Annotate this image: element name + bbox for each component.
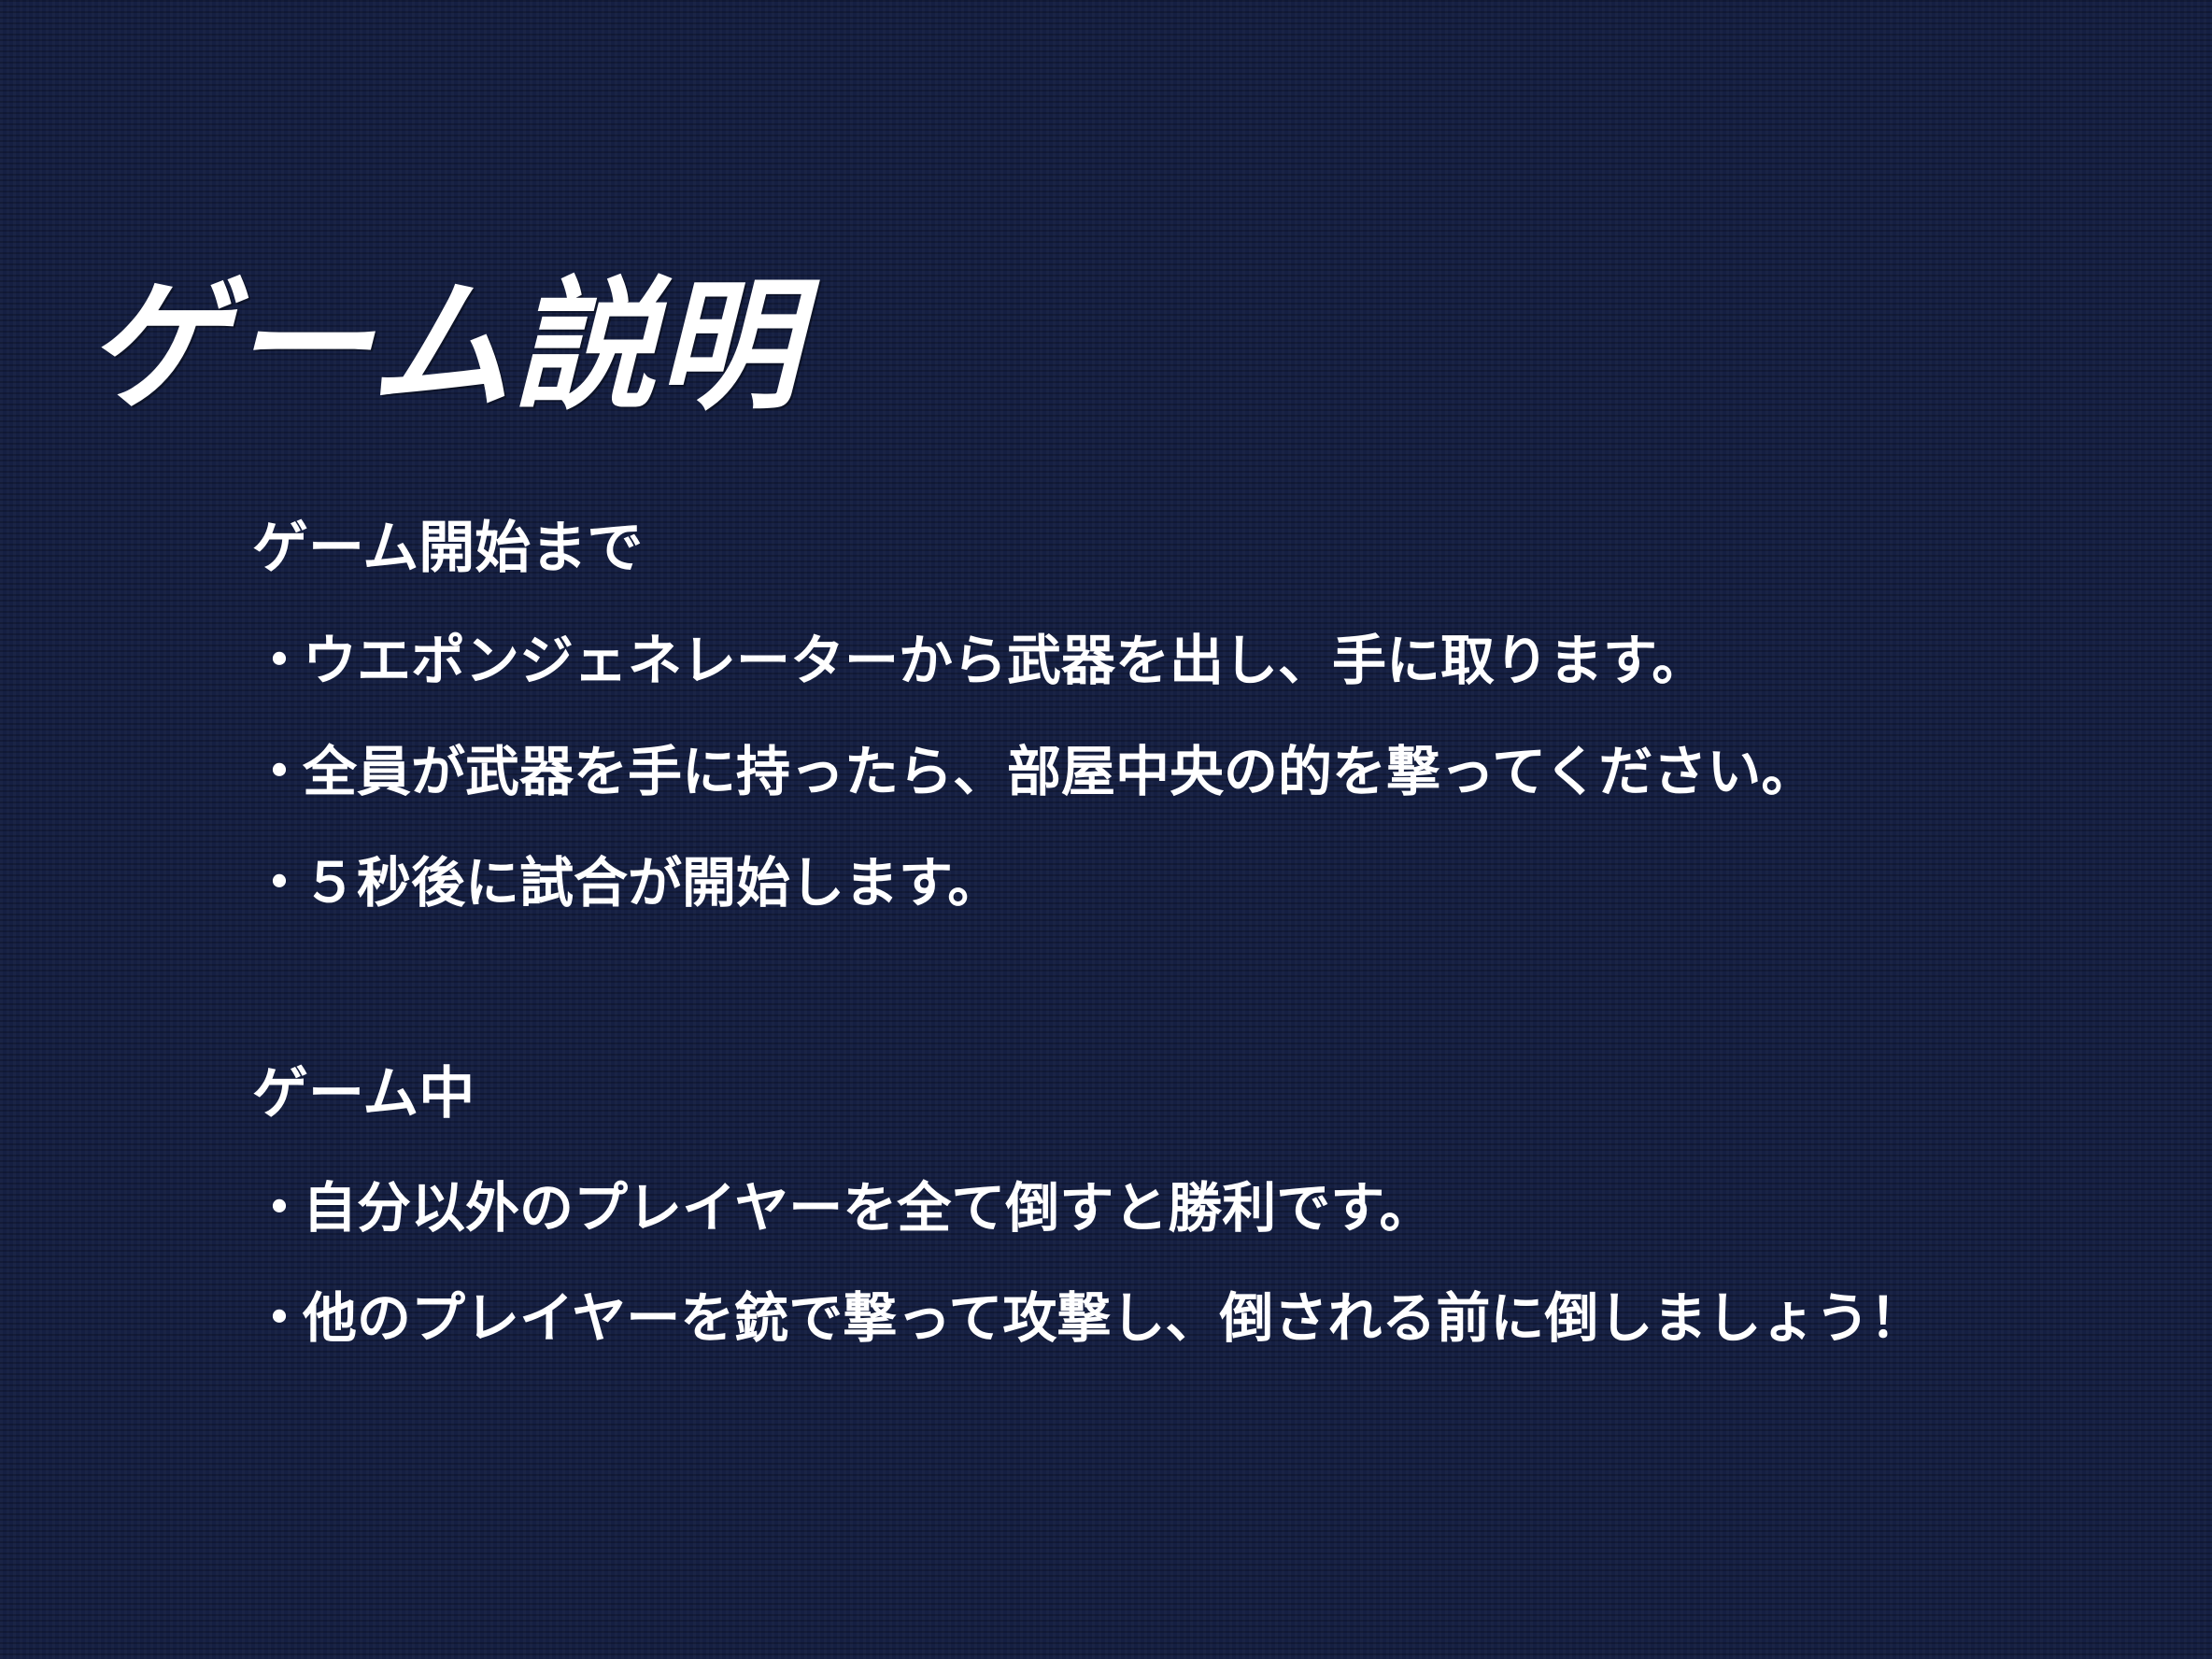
- bullet-attack-tip: ・他のプレイヤーを銃で撃って攻撃し、倒される前に倒しましょう！: [252, 1281, 1923, 1355]
- page-title: ゲーム説明: [86, 261, 801, 429]
- section-heading-during-game: ゲーム中: [252, 1061, 475, 1127]
- bullet-text: 全員が武器を手に持ったら、部屋中央の的を撃ってください。: [303, 740, 1816, 803]
- instructions-screen: ゲーム説明 ゲーム開始まで ・ウエポンジェネレーターから武器を出し、手に取ります…: [0, 0, 2212, 1659]
- bullet-dot-icon: ・: [252, 629, 307, 692]
- bullet-dot-icon: ・: [252, 851, 307, 915]
- bullet-dot-icon: ・: [252, 1176, 307, 1240]
- bullet-shoot-target: ・全員が武器を手に持ったら、部屋中央の的を撃ってください。: [252, 734, 1815, 809]
- bullet-text: 自分以外のプレイヤーを全て倒すと勝利です。: [303, 1176, 1434, 1240]
- bullet-dot-icon: ・: [252, 740, 307, 803]
- bullet-win-condition: ・自分以外のプレイヤーを全て倒すと勝利です。: [252, 1170, 1433, 1245]
- bullet-dot-icon: ・: [252, 1286, 307, 1350]
- section-heading-before-start: ゲーム開始まで: [252, 516, 644, 581]
- bullet-text: ５秒後に試合が開始します。: [303, 851, 1002, 915]
- bullet-match-start: ・５秒後に試合が開始します。: [252, 845, 1001, 920]
- bullet-text: ウエポンジェネレーターから武器を出し、手に取ります。: [303, 629, 1707, 692]
- bullet-weapon-generator: ・ウエポンジェネレーターから武器を出し、手に取ります。: [252, 623, 1706, 698]
- bullet-text: 他のプレイヤーを銃で撃って攻撃し、倒される前に倒しましょう！: [303, 1286, 1924, 1350]
